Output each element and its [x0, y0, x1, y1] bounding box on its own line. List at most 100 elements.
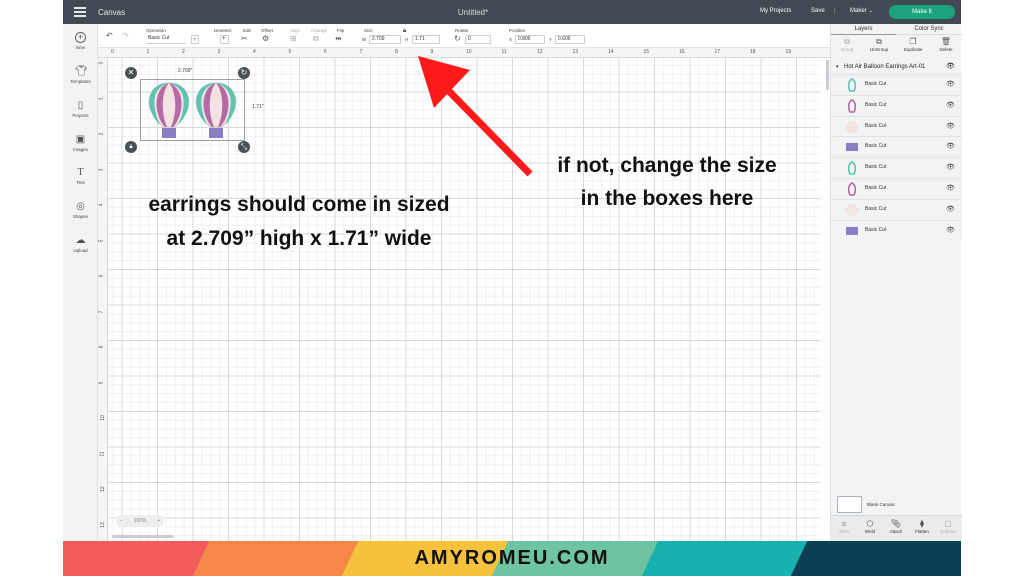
slice-button[interactable]: ⧈ Slice [831, 519, 857, 534]
sidebar-item-upload[interactable]: ☁ Upload [63, 235, 98, 253]
layer-row[interactable]: Basic Cut 👁︎ [831, 178, 962, 198]
operation-select[interactable]: Basic Cut [146, 35, 186, 44]
tab-color-sync[interactable]: Color Sync [896, 24, 962, 35]
left-ruler: 0 1 2 3 4 5 6 7 8 9 10 11 12 13 [98, 58, 108, 541]
edit-label: Edit [243, 28, 251, 33]
edit-scissors-icon[interactable]: ✂ [241, 35, 248, 43]
sidebar-item-templates[interactable]: 👕︎ Templates [63, 66, 98, 84]
eye-icon[interactable]: 👁︎ [946, 80, 955, 88]
zoom-in-icon[interactable]: + [157, 515, 160, 527]
eye-icon[interactable]: 👁︎ [946, 61, 955, 73]
collapse-caret-icon[interactable]: ▾ [836, 61, 839, 73]
selection-height-label: 1.71" [252, 104, 264, 110]
resize-handle-icon[interactable]: ⤡ [238, 141, 250, 153]
align-icon[interactable]: ⊞ [290, 35, 297, 43]
deselect-icon[interactable]: + [220, 35, 229, 44]
contour-button[interactable]: ▢ Contour [935, 519, 961, 534]
group-button[interactable]: ⧉ Group [831, 36, 863, 52]
rotate-label: Rotate [455, 28, 469, 33]
ruler-tick-label: 16 [679, 49, 685, 55]
horizontal-scrollbar[interactable] [112, 535, 174, 538]
blank-canvas-swatch[interactable] [837, 496, 862, 513]
ruler-tick-label: 5 [288, 49, 292, 55]
layers-panel: Layers Color Sync ⧉ Group ⧉ UnGroup ❐ Dupli… [830, 24, 962, 541]
offset-icon[interactable]: ⚙ [262, 35, 269, 43]
sidebar-item-projects[interactable]: ▯ Projects [63, 100, 98, 118]
ruler-tick-label: 1 [146, 49, 150, 55]
arrange-icon[interactable]: ⧉ [313, 35, 319, 43]
help-icon[interactable]: ? [191, 35, 199, 44]
layer-row[interactable]: Basic Cut 👁︎ [831, 198, 962, 219]
document-title[interactable]: Untitled* [423, 8, 523, 17]
duplicate-button[interactable]: ❐ Duplicate [897, 36, 929, 52]
delete-button[interactable]: 🗑︎ Delete [930, 36, 962, 52]
zoom-control[interactable]: − 100% + [116, 515, 164, 527]
lock-handle-icon[interactable]: 🔒︎ [125, 141, 137, 153]
hot-air-balloon-earrings [148, 82, 237, 138]
weld-icon: ⬠ [866, 519, 874, 528]
sidebar-item-images[interactable]: ▣ Images [63, 134, 98, 152]
layer-name: Basic Cut [865, 143, 887, 150]
annotation-left-line1: earrings should come in sized [148, 193, 450, 216]
vertical-scrollbar[interactable] [826, 60, 829, 90]
arrange-label: Arrange [311, 28, 328, 33]
layer-row[interactable]: Basic Cut 👁︎ [831, 136, 962, 157]
eye-icon[interactable]: 👁︎ [946, 163, 955, 171]
text-icon: T [77, 167, 84, 178]
layer-row[interactable]: Basic Cut 👁︎ [831, 115, 962, 136]
ungroup-button[interactable]: ⧉ UnGroup [863, 36, 895, 52]
ruler-tick-label: 15 [643, 49, 650, 55]
save-link[interactable]: Save [811, 8, 825, 14]
ruler-tick-label: 18 [750, 49, 756, 55]
flip-icon[interactable]: ⇹ [335, 35, 342, 43]
layer-thumbnail [847, 98, 857, 113]
delete-handle-icon[interactable]: ✕ [125, 67, 137, 79]
layer-group-row[interactable]: ▾ Hot Air Balloon Earrings Art-01 👁︎ [831, 61, 962, 73]
contour-icon: ▢ [944, 519, 952, 528]
layer-row[interactable]: Basic Cut 👁︎ [831, 94, 962, 115]
rotate-handle-icon[interactable]: ↻ [238, 67, 250, 79]
y-label: Y [549, 37, 553, 42]
zoom-out-icon[interactable]: − [120, 515, 123, 527]
weld-button[interactable]: ⬠ Weld [857, 519, 883, 534]
ruler-tick-label: 3 [98, 168, 105, 171]
selection-box[interactable] [140, 79, 245, 141]
eye-icon[interactable]: 👁︎ [946, 101, 955, 109]
layer-row[interactable]: Basic Cut 👁︎ [831, 157, 962, 178]
eye-icon[interactable]: 👁︎ [946, 142, 955, 150]
upload-icon: ☁ [75, 235, 86, 246]
width-input[interactable]: 2.709 [369, 35, 401, 44]
ruler-tick-label: 13 [572, 49, 579, 55]
eye-icon[interactable]: 👁︎ [946, 226, 955, 234]
tab-layers[interactable]: Layers [831, 24, 896, 35]
balloon-earring-right [195, 82, 237, 138]
y-position-input[interactable]: 0.606 [555, 35, 585, 44]
lock-icon[interactable]: 🔒︎ [403, 27, 406, 35]
ruler-tick-label: 13 [99, 521, 106, 528]
layer-row[interactable]: Basic Cut 👁︎ [831, 74, 962, 94]
align-label: Align [290, 28, 301, 33]
eye-icon[interactable]: 👁︎ [946, 122, 955, 130]
ruler-tick-label: 1 [98, 97, 105, 100]
sidebar-item-label: Text [76, 180, 85, 185]
eye-icon[interactable]: 👁︎ [946, 205, 955, 213]
tshirt-icon: 👕︎ [75, 66, 88, 77]
sidebar-item-new[interactable]: + New [63, 32, 98, 50]
make-it-button[interactable]: Make It [889, 5, 955, 19]
layer-row[interactable]: Basic Cut 👁︎ [831, 219, 962, 240]
annotation-right-line1: if not, change the size [557, 154, 777, 177]
attach-icon: 📎︎ [890, 519, 902, 528]
sidebar-item-text[interactable]: T Text [63, 167, 98, 185]
layer-thumbnail [846, 143, 858, 152]
hamburger-menu-icon[interactable] [74, 7, 86, 17]
flatten-button[interactable]: ⧫ Flatten [909, 519, 935, 534]
attach-button[interactable]: 📎︎ Attach [883, 519, 909, 534]
duplicate-icon: ❐ [909, 37, 917, 46]
sidebar-item-shapes[interactable]: ◎ Shapes [63, 201, 98, 219]
machine-selector[interactable]: Maker ⌄ [850, 8, 873, 14]
redo-icon[interactable]: ↷ [122, 32, 129, 40]
eye-icon[interactable]: 👁︎ [946, 184, 955, 192]
my-projects-link[interactable]: My Projects [760, 8, 791, 14]
undo-icon[interactable]: ↶ [106, 32, 113, 40]
sidebar-item-label: New [75, 45, 85, 50]
